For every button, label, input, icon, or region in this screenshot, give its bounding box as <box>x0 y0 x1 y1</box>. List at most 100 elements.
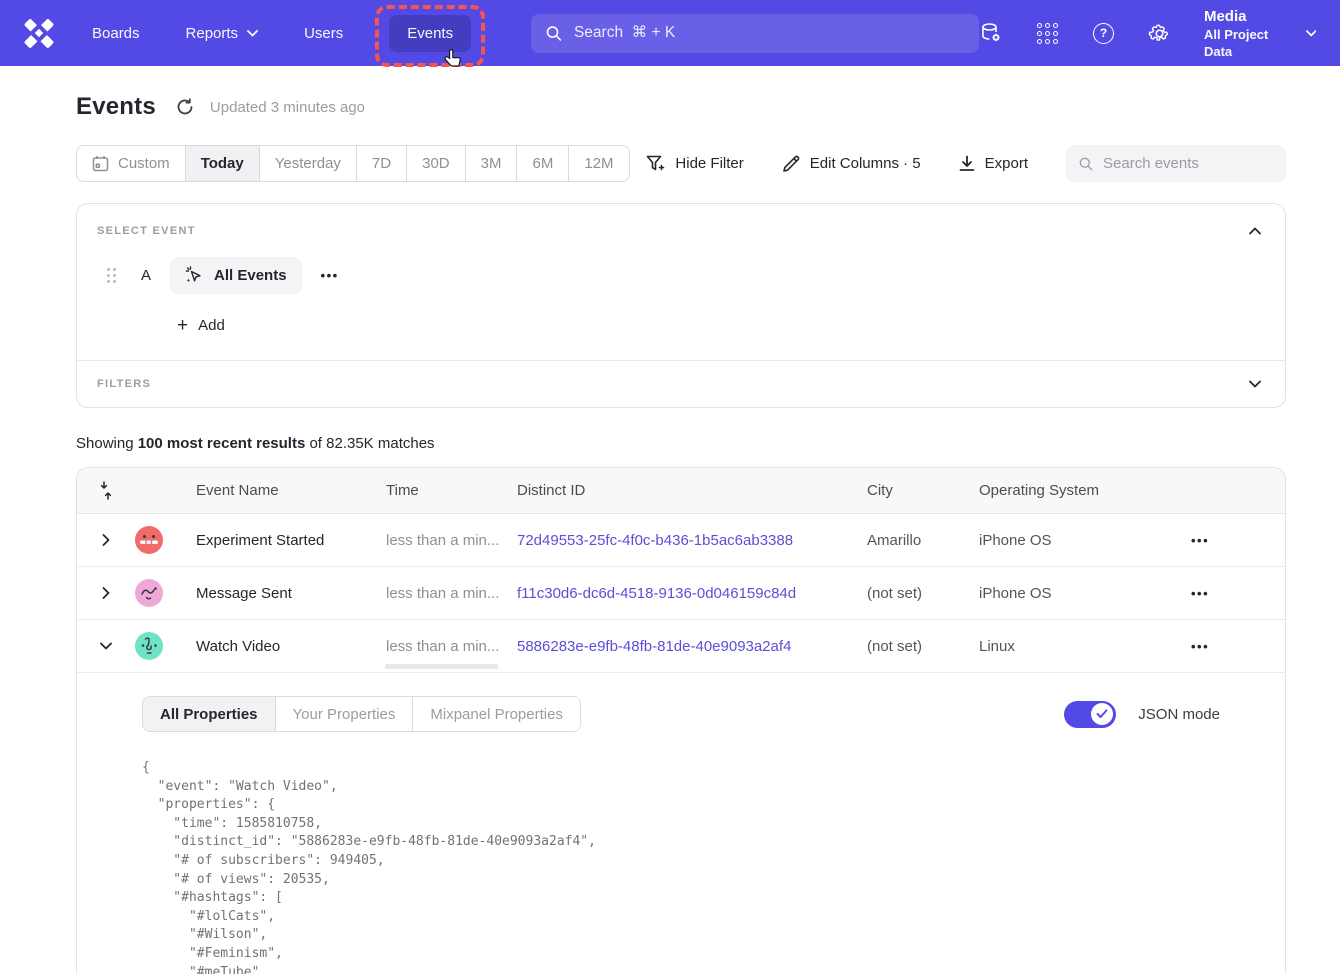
global-search-input[interactable] <box>574 24 964 42</box>
chevron-down-icon <box>247 30 258 37</box>
plus-icon: + <box>177 316 188 335</box>
distinct-id-link[interactable]: f11c30d6-dc6d-4518-9136-0d046159c84d <box>517 585 867 602</box>
events-table: Event Name Time Distinct ID City Operati… <box>76 467 1286 974</box>
event-chip-label: All Events <box>214 267 287 284</box>
query-builder-card: SELECT EVENT A All Events ••• <box>76 203 1286 408</box>
row-menu-button[interactable]: ••• <box>1191 639 1209 654</box>
row-menu-button[interactable]: ••• <box>1191 586 1209 601</box>
help-icon[interactable]: ? <box>1092 21 1115 45</box>
date-range-custom[interactable]: Custom <box>77 146 186 181</box>
event-json-viewer: { "event": "Watch Video", "properties": … <box>142 759 1220 974</box>
search-icon <box>546 25 562 42</box>
add-event-label: Add <box>198 317 225 334</box>
hand-cursor-icon <box>443 48 463 70</box>
step-letter: A <box>141 267 151 284</box>
date-range-12m[interactable]: 12M <box>569 146 628 181</box>
project-name: Media <box>1204 7 1296 26</box>
collapse-row-button[interactable] <box>77 642 135 650</box>
project-scope: All Project Data <box>1204 26 1296 60</box>
sort-icon[interactable] <box>77 481 135 500</box>
table-row-expanded[interactable]: Watch Video less than a min... 5886283e-… <box>77 620 1285 673</box>
nav-item-reports[interactable]: Reports <box>186 25 259 42</box>
chevron-up-icon <box>1249 227 1261 235</box>
magic-cursor-icon <box>185 266 204 285</box>
add-event-button[interactable]: + Add <box>177 316 1265 335</box>
time-hover-underline <box>385 664 498 669</box>
event-options-button[interactable]: ••• <box>321 268 339 283</box>
edit-columns-button[interactable]: Edit Columns · 5 <box>782 155 921 173</box>
hide-filter-button[interactable]: Hide Filter <box>646 155 743 173</box>
distinct-id-link[interactable]: 5886283e-e9fb-48fb-81de-40e9093a2af4 <box>517 638 867 655</box>
row-menu-button[interactable]: ••• <box>1191 533 1209 548</box>
nav-item-events[interactable]: Events <box>389 15 471 52</box>
event-selector-chip[interactable]: All Events <box>170 257 302 294</box>
project-selector[interactable]: Media All Project Data <box>1204 7 1316 60</box>
chevron-down-icon <box>100 642 112 650</box>
chevron-right-icon <box>102 534 110 546</box>
chevron-right-icon <box>102 587 110 599</box>
column-operating-system[interactable]: Operating System <box>979 482 1145 499</box>
search-icon <box>1079 156 1093 172</box>
filters-label: FILTERS <box>97 378 151 390</box>
hide-filter-label: Hide Filter <box>675 155 743 172</box>
city-cell: (not set) <box>867 638 979 655</box>
pencil-icon <box>782 155 800 173</box>
table-row[interactable]: Experiment Started less than a min... 72… <box>77 514 1285 567</box>
date-range-control: Custom Today Yesterday 7D 30D 3M 6M 12M <box>76 145 630 182</box>
nav-item-users[interactable]: Users <box>304 25 343 42</box>
tab-mixpanel-properties[interactable]: Mixpanel Properties <box>413 697 580 731</box>
expand-row-button[interactable] <box>77 534 135 546</box>
results-prefix: Showing <box>76 435 138 452</box>
date-range-yesterday[interactable]: Yesterday <box>260 146 357 181</box>
apps-grid-icon[interactable] <box>1036 21 1059 45</box>
column-event-name[interactable]: Event Name <box>196 482 386 499</box>
column-distinct-id[interactable]: Distinct ID <box>517 482 867 499</box>
tab-your-properties[interactable]: Your Properties <box>276 697 414 731</box>
drag-handle[interactable] <box>107 268 116 283</box>
last-updated-text: Updated 3 minutes ago <box>210 99 365 116</box>
date-range-today[interactable]: Today <box>186 146 260 181</box>
event-name-cell: Watch Video <box>196 638 386 655</box>
expand-filters-button[interactable] <box>1245 376 1265 392</box>
time-cell: less than a min... <box>386 532 517 549</box>
check-icon <box>1096 709 1108 719</box>
nav-item-events-label: Events <box>407 25 453 42</box>
export-label: Export <box>985 155 1028 172</box>
expand-row-button[interactable] <box>77 587 135 599</box>
chevron-down-icon <box>1249 380 1261 388</box>
settings-gear-icon[interactable] <box>1148 21 1171 45</box>
data-management-icon[interactable] <box>979 21 1003 45</box>
os-cell: iPhone OS <box>979 532 1145 549</box>
date-range-6m[interactable]: 6M <box>517 146 569 181</box>
collapse-section-button[interactable] <box>1245 223 1265 239</box>
event-avatar <box>135 526 163 554</box>
filter-icon <box>646 155 665 173</box>
distinct-id-link[interactable]: 72d49553-25fc-4f0c-b436-1b5ac6ab3388 <box>517 532 867 549</box>
nav-item-reports-label: Reports <box>186 25 239 42</box>
results-count: 100 most recent results <box>138 435 306 452</box>
time-cell: less than a min... <box>386 585 517 602</box>
json-mode-toggle[interactable] <box>1064 701 1116 728</box>
refresh-icon[interactable] <box>176 98 194 116</box>
table-row[interactable]: Message Sent less than a min... f11c30d6… <box>77 567 1285 620</box>
search-events[interactable] <box>1066 145 1286 182</box>
date-range-custom-label: Custom <box>118 155 170 172</box>
top-navbar: Boards Reports Users Events ? <box>0 0 1340 66</box>
column-city[interactable]: City <box>867 482 979 499</box>
global-search[interactable] <box>531 14 979 53</box>
city-cell: Amarillo <box>867 532 979 549</box>
column-time[interactable]: Time <box>386 482 517 499</box>
os-cell: Linux <box>979 638 1145 655</box>
event-name-cell: Experiment Started <box>196 532 386 549</box>
export-button[interactable]: Export <box>959 155 1028 172</box>
date-range-7d[interactable]: 7D <box>357 146 407 181</box>
nav-item-boards[interactable]: Boards <box>92 25 140 42</box>
results-suffix: of 82.35K matches <box>305 435 434 452</box>
calendar-icon <box>92 155 109 172</box>
mixpanel-logo-icon[interactable] <box>24 18 54 48</box>
date-range-30d[interactable]: 30D <box>407 146 466 181</box>
search-events-input[interactable] <box>1103 155 1273 172</box>
tab-all-properties[interactable]: All Properties <box>143 697 276 731</box>
date-range-3m[interactable]: 3M <box>466 146 518 181</box>
event-avatar <box>135 632 163 660</box>
